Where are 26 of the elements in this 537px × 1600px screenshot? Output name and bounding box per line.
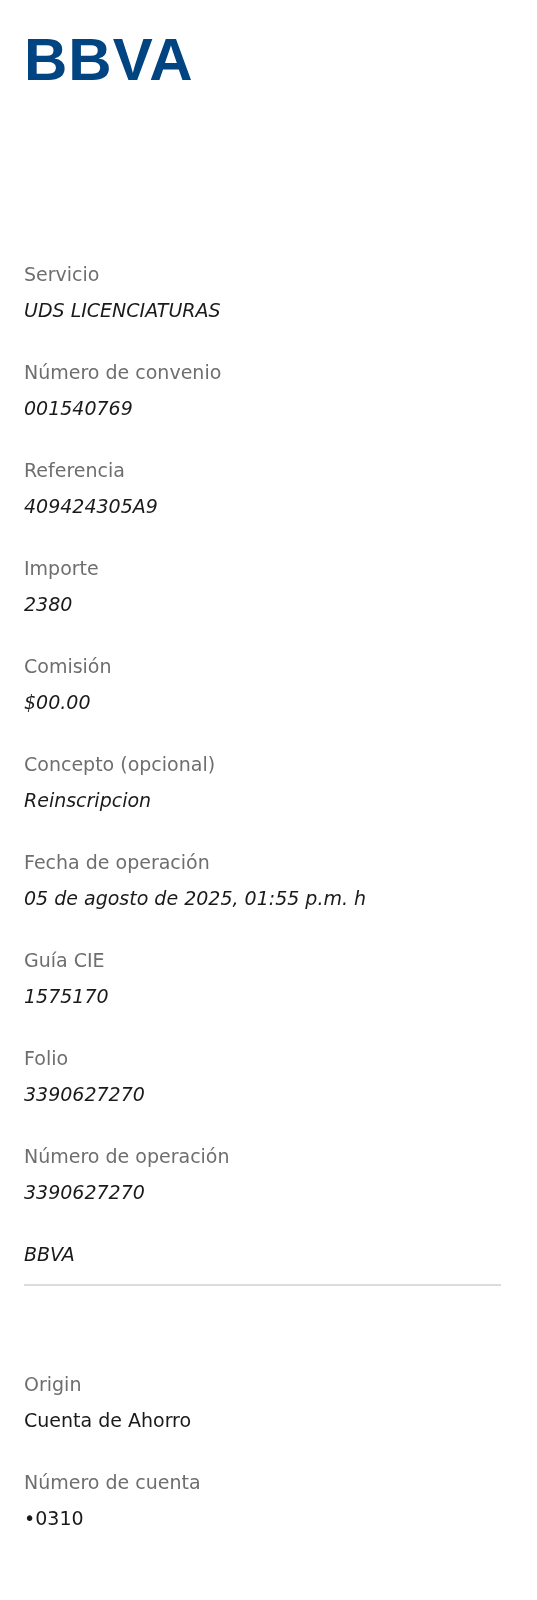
field-value: 1575170 xyxy=(24,984,109,1009)
field-value: $00.00 xyxy=(24,690,91,715)
bank-logo: BBVA xyxy=(24,34,194,86)
field-label: Comisión xyxy=(24,654,112,679)
field-value: Reinscripcion xyxy=(24,788,152,813)
field-value: 3390627270 xyxy=(24,1082,145,1107)
field-label: Servicio xyxy=(24,262,100,287)
field-value: UDS LICENCIATURAS xyxy=(24,298,221,323)
field-label: Origin xyxy=(24,1372,82,1397)
field-value: 05 de agosto de 2025, 01:55 p.m. h xyxy=(24,886,367,911)
bank-name: BBVA xyxy=(24,1242,75,1267)
field-label: Número de cuenta xyxy=(24,1470,201,1495)
field-value: 3390627270 xyxy=(24,1180,145,1205)
field-value: Cuenta de Ahorro xyxy=(24,1408,192,1433)
field-label: Guía CIE xyxy=(24,948,105,973)
field-value: 2380 xyxy=(24,592,73,617)
field-label: Folio xyxy=(24,1046,69,1071)
field-label: Importe xyxy=(24,556,99,581)
field-label: Fecha de operación xyxy=(24,850,210,875)
field-value: •0310 xyxy=(24,1506,84,1531)
field-label: Referencia xyxy=(24,458,125,483)
field-value: 409424305A9 xyxy=(24,494,158,519)
field-label: Número de convenio xyxy=(24,360,222,385)
field-value: 001540769 xyxy=(24,396,133,421)
field-label: Concepto (opcional) xyxy=(24,752,216,777)
field-label: Número de operación xyxy=(24,1144,230,1169)
